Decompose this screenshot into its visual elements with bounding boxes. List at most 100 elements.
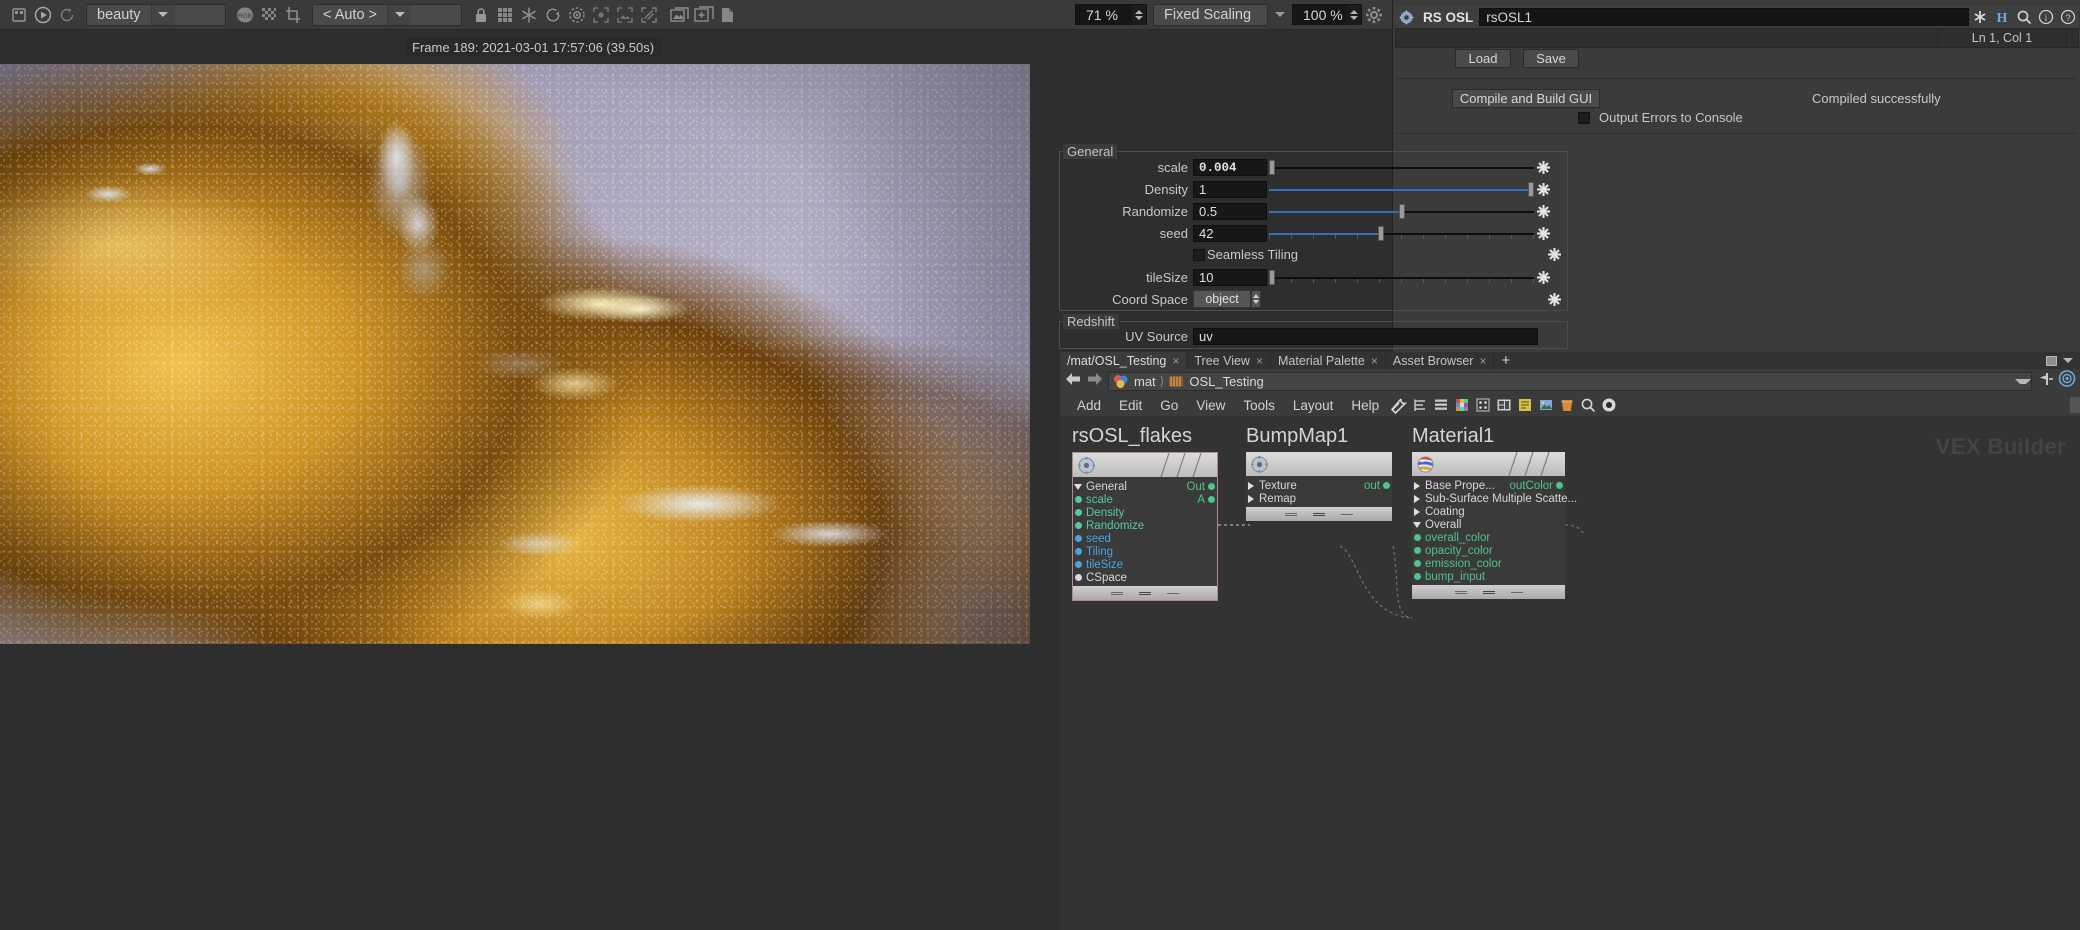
node-row-general[interactable]: General Out <box>1073 480 1217 493</box>
help-icon[interactable]: ? <box>2057 7 2079 27</box>
menu-help[interactable]: Help <box>1342 398 1388 413</box>
param-field-randomize[interactable]: 0.5 <box>1193 203 1267 220</box>
node-footer-flags[interactable] <box>1073 586 1217 600</box>
node-footer-flags[interactable] <box>1246 507 1392 521</box>
gear-icon[interactable] <box>1395 7 1417 27</box>
search-icon[interactable] <box>1577 395 1598 415</box>
chevron-right-icon[interactable] <box>1248 495 1254 503</box>
crop-region-icon[interactable] <box>613 3 637 27</box>
back-arrow-icon[interactable] <box>1064 371 1082 392</box>
param-gear-icon-coord-space[interactable] <box>1545 291 1563 308</box>
param-slider-density[interactable] <box>1269 181 1534 198</box>
node-row-randomize[interactable]: Randomize <box>1073 519 1217 532</box>
film-icon[interactable] <box>7 3 31 27</box>
tab-material-palette[interactable]: Material Palette × <box>1271 352 1386 369</box>
display-flag-icon[interactable] <box>2058 370 2076 392</box>
node-row-emission-color[interactable]: emission_color <box>1412 557 1565 570</box>
output-errors-checkbox[interactable] <box>1578 111 1590 124</box>
tab-asset-browser[interactable]: Asset Browser × <box>1386 352 1495 369</box>
scaling-stepper[interactable] <box>1347 4 1361 25</box>
checker-alpha-icon[interactable] <box>257 3 281 27</box>
reload-icon[interactable] <box>55 3 79 27</box>
houdini-h-icon[interactable]: H <box>1991 7 2013 27</box>
node-bumpmap1[interactable]: Texture out Remap <box>1246 452 1392 521</box>
tab-menu-chevron-down-icon[interactable] <box>2063 358 2073 363</box>
copy-image-icon[interactable] <box>716 3 740 27</box>
rgb-channel-icon[interactable]: RGB <box>233 3 257 27</box>
node-row-remap[interactable]: Remap <box>1246 492 1392 505</box>
aov-combo[interactable]: beauty <box>86 3 226 26</box>
node-row-scale[interactable]: scale A <box>1073 493 1217 506</box>
tools-icon[interactable] <box>1388 395 1409 415</box>
menu-view[interactable]: View <box>1187 398 1234 413</box>
param-slider-scale[interactable] <box>1269 159 1534 176</box>
chevron-down-icon[interactable] <box>1413 522 1421 528</box>
chevron-right-icon[interactable] <box>1414 482 1420 490</box>
param-field-density[interactable]: 1 <box>1193 181 1267 198</box>
node-material1[interactable]: Base Prope... outColor Sub-Surface Multi… <box>1412 452 1577 599</box>
input-connector[interactable] <box>1075 561 1082 568</box>
param-gear-icon-seed[interactable] <box>1534 225 1552 242</box>
menu-edit[interactable]: Edit <box>1110 398 1151 413</box>
tab-mat-osl-testing[interactable]: /mat/OSL_Testing × <box>1060 352 1188 369</box>
close-icon[interactable]: × <box>1479 354 1486 368</box>
menu-go[interactable]: Go <box>1151 398 1187 413</box>
zoom-value-box[interactable]: 71 % <box>1075 4 1147 25</box>
grid-icon[interactable] <box>493 3 517 27</box>
chevron-right-icon[interactable] <box>1414 508 1420 516</box>
crop-icon[interactable] <box>281 3 305 27</box>
node-name-field[interactable]: rsOSL1 <box>1479 8 1969 26</box>
play-icon[interactable] <box>31 3 55 27</box>
add-tab-button[interactable]: + <box>1494 352 1517 369</box>
scaling-mode-combo[interactable]: Fixed Scaling <box>1153 3 1268 26</box>
save-button[interactable]: Save <box>1523 49 1579 68</box>
chevron-right-icon[interactable] <box>1248 482 1254 490</box>
node-row-density[interactable]: Density <box>1073 506 1217 519</box>
breadcrumb-mat[interactable]: mat <box>1113 374 1156 389</box>
node-row-bump-input[interactable]: bump_input <box>1412 570 1565 583</box>
node-row-sss[interactable]: Sub-Surface Multiple Scatte... <box>1412 492 1577 505</box>
node-row-coating[interactable]: Coating <box>1412 505 1565 518</box>
input-connector[interactable] <box>1075 535 1082 542</box>
gear-icon[interactable] <box>1362 3 1386 27</box>
param-gear-icon-randomize[interactable] <box>1534 203 1552 220</box>
scrollbar-handle[interactable] <box>2070 397 2080 413</box>
output-connector[interactable] <box>1383 482 1390 489</box>
param-gear-icon-density[interactable] <box>1534 181 1552 198</box>
diagonal-region-icon[interactable] <box>637 3 661 27</box>
chevron-down-icon[interactable] <box>1074 484 1082 490</box>
seamless-tiling-checkbox[interactable] <box>1193 248 1205 261</box>
notes-icon[interactable] <box>1514 395 1535 415</box>
osl-code-area[interactable] <box>1396 29 1938 47</box>
output-connector[interactable] <box>1208 483 1215 490</box>
close-icon[interactable]: × <box>1172 354 1179 368</box>
layers-icon[interactable] <box>1430 395 1451 415</box>
node-row-opacity-color[interactable]: opacity_color <box>1412 544 1565 557</box>
layout-icon[interactable] <box>1493 395 1514 415</box>
region-icon[interactable] <box>589 3 613 27</box>
chevron-right-icon[interactable] <box>1414 495 1420 503</box>
compile-build-gui-button[interactable]: Compile and Build GUI <box>1452 89 1600 108</box>
input-connector[interactable] <box>1075 574 1082 581</box>
input-connector[interactable] <box>1414 534 1421 541</box>
node-footer-flags[interactable] <box>1412 585 1565 599</box>
menu-tools[interactable]: Tools <box>1234 398 1284 413</box>
network-path-field[interactable]: mat ⟩ OSL_Testing <box>1108 371 2032 391</box>
param-slider-tilesize[interactable] <box>1269 269 1534 286</box>
scaling-chevron-down-icon[interactable] <box>1268 3 1292 27</box>
node-graph-canvas[interactable]: VEX Builder rsOSL_flakes General Out sca… <box>1060 416 2080 930</box>
add-image-icon[interactable] <box>692 3 716 27</box>
range-combo[interactable]: < Auto > <box>312 3 462 26</box>
input-connector[interactable] <box>1075 509 1082 516</box>
input-connector[interactable] <box>1414 547 1421 554</box>
param-field-scale[interactable]: 0.004 <box>1193 159 1267 176</box>
palette-icon[interactable] <box>1451 395 1472 415</box>
pin-icon[interactable] <box>2036 371 2054 392</box>
param-gear-icon-seamless-tiling[interactable] <box>1545 246 1563 263</box>
target-icon[interactable] <box>565 3 589 27</box>
search-icon[interactable] <box>2013 7 2035 27</box>
close-icon[interactable]: × <box>1371 354 1378 368</box>
node-row-overall[interactable]: Overall <box>1412 518 1565 531</box>
rotate-icon[interactable] <box>541 3 565 27</box>
input-connector[interactable] <box>1414 560 1421 567</box>
